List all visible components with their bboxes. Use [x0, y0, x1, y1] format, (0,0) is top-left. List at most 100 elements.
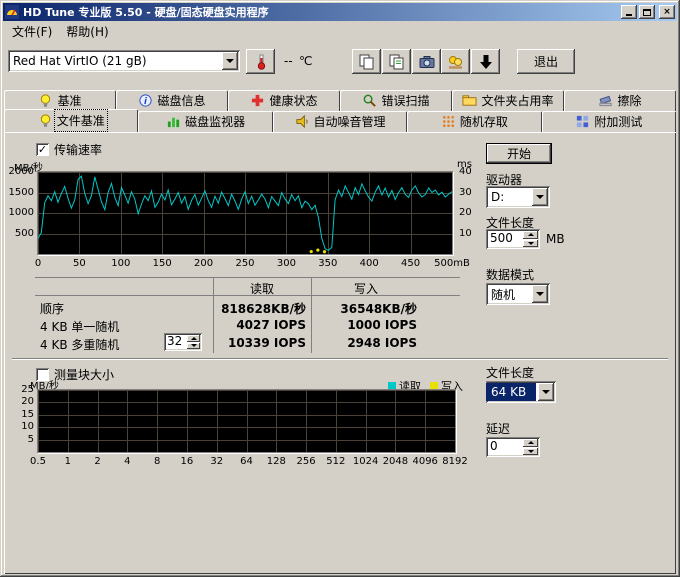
spin-down-icon[interactable] — [187, 343, 200, 350]
spin-down-icon[interactable] — [523, 240, 538, 248]
tick-label: 100 — [101, 258, 141, 269]
speaker-icon — [295, 114, 310, 129]
chevron-down-icon[interactable] — [532, 285, 548, 303]
exit-button[interactable]: 退出 — [517, 49, 575, 74]
spin-up-icon[interactable] — [523, 439, 538, 447]
squares-icon — [575, 114, 590, 129]
tab-label: 自动噪音管理 — [314, 113, 386, 130]
start-button[interactable]: 开始 — [486, 143, 552, 164]
hdtune-window: HD Tune 专业版 5.50 - 硬盘/固态硬盘实用程序 × 文件(F) 帮… — [0, 0, 680, 577]
health-cross-icon — [250, 93, 265, 108]
tab-folder-usage[interactable]: 文件夹占用率 — [452, 90, 564, 111]
section-separator — [12, 358, 668, 360]
dots-grid-icon — [441, 114, 456, 129]
spin-up-icon[interactable] — [187, 335, 200, 342]
file-benchmark-panel: ✓ 传输速率 MB/秒 ms 200015001000500 40302010 … — [4, 132, 676, 574]
maximize-button[interactable] — [639, 5, 655, 19]
tick-label: 400 — [349, 258, 389, 269]
cell-4k-single-read: 4027 IOPS — [216, 318, 306, 332]
app-icon — [5, 5, 19, 19]
chart1-xaxis: 050100150200250300350400450500mB — [38, 258, 452, 270]
menu-file[interactable]: 文件(F) — [5, 21, 59, 42]
tab-label: 磁盘监视器 — [185, 113, 245, 130]
chevron-down-icon[interactable] — [538, 383, 554, 401]
transfer-rate-chart — [38, 172, 452, 254]
chevron-down-icon[interactable] — [222, 52, 238, 70]
eraser-icon — [598, 93, 613, 108]
tab-disk-monitor[interactable]: 磁盘监视器 — [138, 111, 272, 132]
copy-button[interactable] — [352, 49, 381, 74]
transfer-rate-checkbox[interactable]: ✓ 传输速率 — [36, 141, 102, 158]
tick-label: 500 — [15, 228, 34, 239]
col-header-read: 读取 — [213, 280, 311, 297]
gold-coins-icon — [447, 53, 465, 71]
delay-spinner[interactable]: 0 — [486, 437, 540, 457]
data-mode-combo[interactable]: 随机 — [486, 283, 550, 305]
file-length-spinner[interactable]: 500 — [486, 229, 540, 249]
cell-sequential-write: 36548KB/秒 — [319, 300, 417, 317]
tab-random-access[interactable]: 随机存取 — [407, 111, 541, 132]
tab-health[interactable]: 健康状态 — [228, 90, 340, 111]
tick-label: 0 — [18, 258, 58, 269]
temperature-button[interactable] — [246, 49, 275, 74]
row-label-sequential: 顺序 — [40, 300, 64, 317]
queue-depth-value: 32 — [164, 333, 185, 351]
tick-label: 20 — [459, 207, 472, 218]
temperature-unit: ℃ — [299, 54, 312, 68]
close-button[interactable]: × — [659, 5, 675, 19]
window-title: HD Tune 专业版 5.50 - 硬盘/固态硬盘实用程序 — [23, 4, 619, 20]
tick-label: 450 — [391, 258, 431, 269]
tick-label: 5 — [28, 434, 34, 445]
tick-label: 250 — [225, 258, 265, 269]
screenshot-button[interactable] — [412, 49, 441, 74]
copy-page-button[interactable] — [382, 49, 411, 74]
drive-combo-value: D: — [486, 188, 530, 206]
tab-disk-info[interactable]: i 磁盘信息 — [116, 90, 228, 111]
save-results-button[interactable] — [471, 49, 500, 74]
minimize-button[interactable] — [621, 5, 637, 19]
toolbar: Red Hat VirtIO (21 gB) -- ℃ — [3, 42, 677, 80]
file-length-value: 500 — [486, 229, 521, 249]
tick-label: 500mB — [432, 258, 472, 269]
chevron-down-icon[interactable] — [532, 188, 548, 206]
tab-label: 基准 — [57, 92, 81, 109]
tab-erase[interactable]: 擦除 — [564, 90, 676, 111]
data-mode-label: 数据模式 — [486, 266, 534, 283]
block-size-chart — [38, 390, 455, 452]
checkbox-box[interactable]: ✓ — [36, 143, 49, 156]
cell-4k-single-write: 1000 IOPS — [319, 318, 417, 332]
tick-label: 150 — [142, 258, 182, 269]
queue-depth-spinner[interactable]: 32 — [164, 333, 202, 351]
row-label-4k-single: 4 KB 单一随机 — [40, 318, 119, 335]
tick-label: 350 — [308, 258, 348, 269]
cell-sequential-read: 818628KB/秒 — [216, 300, 306, 317]
tab-label: 随机存取 — [460, 113, 508, 130]
drive-combo[interactable]: D: — [486, 186, 550, 208]
tabs-row-2: 文件基准 磁盘监视器 自动噪音管理 随机存取 附加测试 — [4, 111, 676, 132]
tick-label: 50 — [59, 258, 99, 269]
donate-button[interactable] — [441, 49, 470, 74]
tab-label: 磁盘信息 — [157, 92, 205, 109]
chart2-yaxis-left: 252015105 — [12, 390, 36, 452]
block-file-length-combo[interactable]: 64 KB — [486, 381, 556, 403]
tab-label: 文件基准 — [57, 112, 105, 129]
drive-select[interactable]: Red Hat VirtIO (21 gB) — [8, 50, 240, 72]
checkbox-label: 测量块大小 — [54, 366, 114, 383]
spin-up-icon[interactable] — [523, 231, 538, 239]
tick-label: 1000 — [9, 207, 34, 218]
cell-4k-multi-read: 10339 IOPS — [216, 336, 306, 350]
tab-error-scan[interactable]: 错误扫描 — [340, 90, 452, 111]
menu-help[interactable]: 帮助(H) — [59, 21, 115, 42]
delay-label: 延迟 — [486, 420, 510, 437]
col-header-write: 写入 — [311, 280, 421, 297]
camera-icon — [418, 53, 436, 71]
tab-extra-tests[interactable]: 附加测试 — [542, 111, 676, 132]
tick-label: 300 — [266, 258, 306, 269]
tab-benchmark[interactable]: 基准 — [4, 90, 116, 111]
tick-label: 1500 — [9, 187, 34, 198]
tab-aam[interactable]: 自动噪音管理 — [273, 111, 407, 132]
tab-file-benchmark[interactable]: 文件基准 — [4, 109, 138, 132]
spin-down-icon[interactable] — [523, 448, 538, 456]
data-mode-value: 随机 — [486, 284, 530, 305]
temperature-value: -- — [284, 54, 293, 68]
